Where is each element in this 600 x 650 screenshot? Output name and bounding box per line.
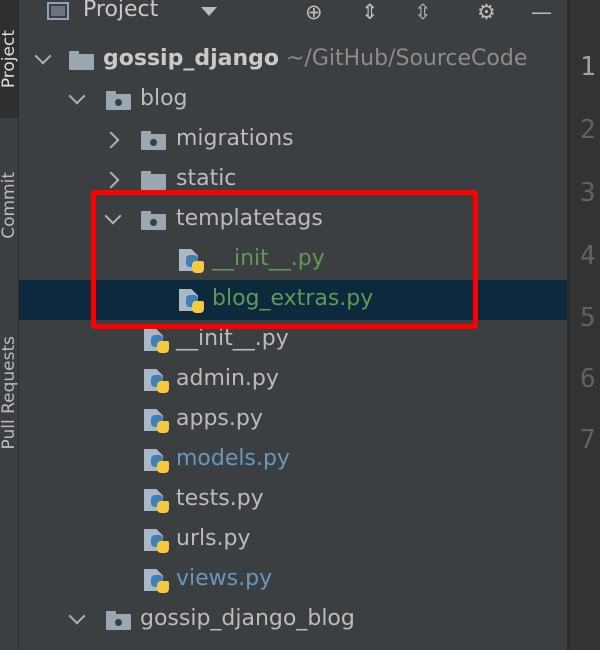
tool-tab-commit-label: Commit (0, 171, 19, 239)
tree-item-label: gossip_django_blog (140, 606, 355, 631)
tree-row-models[interactable]: models.py (19, 440, 567, 480)
line-number: 3 (580, 178, 596, 208)
tree-row-root[interactable]: gossip_django ~/GitHub/SourceCode (19, 40, 567, 80)
folder-icon (141, 171, 166, 190)
dropdown-icon[interactable] (201, 7, 217, 16)
tool-tab-commit[interactable]: Commit (0, 140, 19, 270)
tree-row-views[interactable]: views.py (19, 560, 567, 600)
line-number: 7 (580, 425, 596, 455)
package-folder-icon (106, 611, 131, 630)
python-file-icon (144, 489, 170, 513)
tool-tab-project-label: Project (0, 29, 19, 89)
tool-window-strip: Project Commit Pull Requests (0, 0, 19, 650)
tree-item-label: blog (140, 86, 188, 111)
tree-item-label: gossip_django ~/GitHub/SourceCode (103, 43, 527, 75)
tree-row-gossip-django-blog[interactable]: gossip_django_blog (19, 600, 567, 640)
tool-tab-pull-requests[interactable]: Pull Requests (0, 298, 19, 488)
line-number: 5 (580, 303, 596, 333)
python-file-icon (144, 369, 170, 393)
minimize-icon[interactable]: — (531, 0, 552, 24)
line-number: 2 (580, 115, 596, 145)
project-tree: gossip_django ~/GitHub/SourceCode blog m… (19, 40, 567, 650)
chevron-right-icon[interactable] (102, 171, 120, 189)
folder-icon (69, 51, 94, 70)
project-icon (47, 2, 69, 20)
tree-row-migrations[interactable]: migrations (19, 120, 567, 160)
line-number: 6 (580, 364, 596, 394)
tree-row-apps[interactable]: apps.py (19, 400, 567, 440)
python-file-icon (144, 569, 170, 593)
gear-icon[interactable]: ⚙ (477, 0, 496, 24)
tree-item-label: admin.py (176, 366, 279, 391)
project-panel-header: Project ⊕ ⇕ ⇳ ⚙ — (19, 0, 567, 26)
line-number: 4 (580, 241, 596, 271)
tree-item-label: views.py (176, 566, 273, 591)
tree-item-label: tests.py (176, 486, 264, 511)
tree-row-tests[interactable]: tests.py (19, 480, 567, 520)
package-folder-icon (106, 91, 131, 110)
highlight-annotation-box (91, 190, 478, 329)
python-file-icon (144, 529, 170, 553)
python-file-icon (144, 329, 170, 353)
tool-tab-project[interactable]: Project (0, 0, 19, 118)
tree-row-urls[interactable]: urls.py (19, 520, 567, 560)
tree-row-blog[interactable]: blog (19, 80, 567, 120)
expand-all-icon[interactable]: ⇕ (361, 0, 379, 24)
root-path: ~/GitHub/SourceCode (286, 46, 528, 71)
tree-item-label: apps.py (176, 406, 263, 431)
tool-tab-pull-requests-label: Pull Requests (0, 336, 19, 450)
locate-icon[interactable]: ⊕ (305, 0, 323, 24)
chevron-down-icon[interactable] (34, 47, 52, 65)
panel-title[interactable]: Project (83, 0, 158, 22)
chevron-down-icon[interactable] (68, 607, 86, 625)
tree-item-label: models.py (176, 446, 290, 471)
line-number: 1 (580, 52, 596, 82)
package-folder-icon (141, 131, 166, 150)
tree-item-label: migrations (176, 126, 294, 151)
tree-item-label: urls.py (176, 526, 251, 551)
chevron-right-icon[interactable] (102, 131, 120, 149)
editor-gutter: 1 2 3 4 5 6 7 (570, 0, 600, 650)
collapse-all-icon[interactable]: ⇳ (414, 0, 432, 24)
tree-row-admin[interactable]: admin.py (19, 360, 567, 400)
chevron-down-icon[interactable] (68, 87, 86, 105)
root-name: gossip_django (103, 46, 279, 71)
python-file-icon (144, 409, 170, 433)
python-file-icon (144, 449, 170, 473)
